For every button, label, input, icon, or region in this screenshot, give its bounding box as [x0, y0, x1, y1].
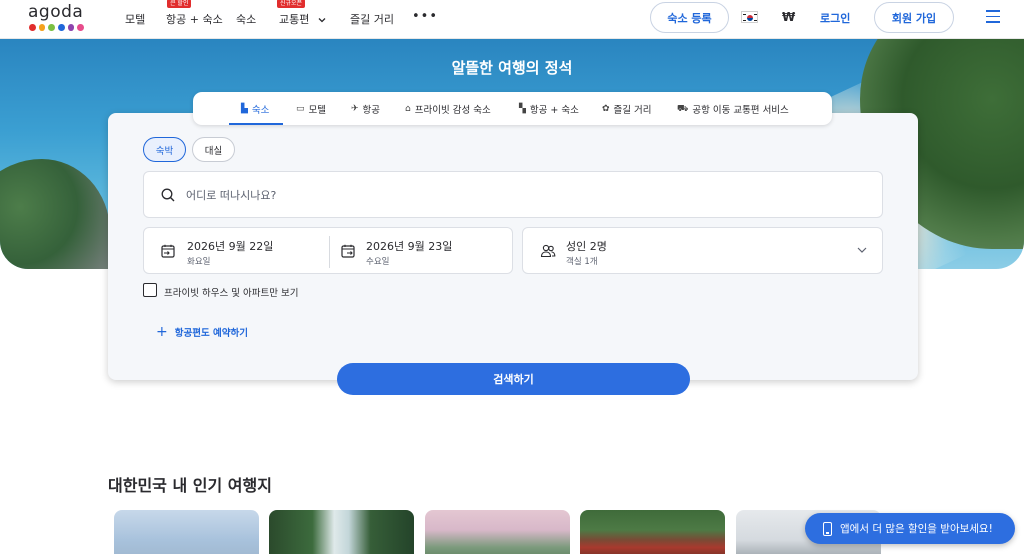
house-icon: ⌂	[405, 104, 411, 114]
page: agoda 모텔 큰 할인 항공 + 숙소 숙소 신규오픈 교통편 즐길 거리 …	[0, 0, 1024, 554]
guests-adults: 성인 2명	[566, 240, 607, 253]
tab-label: 즐길 거리	[613, 105, 652, 116]
private-only-checkbox[interactable]	[143, 283, 157, 297]
product-tabs: ▙ 숙소 ▭ 모텔 ✈ 항공 ⌂ 프라이빗 감성 숙소 ▚ 항공 + 숙소 ✿ …	[193, 92, 832, 125]
chevron-down-icon	[318, 18, 326, 23]
bed-icon: ▭	[296, 104, 305, 114]
top-header: agoda 모텔 큰 할인 항공 + 숙소 숙소 신규오픈 교통편 즐길 거리 …	[0, 0, 1024, 39]
app-download-banner[interactable]: 앱에서 더 많은 할인을 받아보세요!	[805, 513, 1015, 544]
signup-button[interactable]: 회원 가입	[874, 2, 954, 33]
destination-card[interactable]	[580, 510, 725, 554]
tab-airport-transfer[interactable]: ⛟ 공항 이동 교통편 서비스	[677, 102, 789, 117]
nav-transport-label: 교통편	[279, 13, 310, 26]
more-menu-icon[interactable]: •••	[412, 9, 438, 24]
destination-card[interactable]	[269, 510, 414, 554]
tab-activities[interactable]: ✿ 즐길 거리	[602, 102, 652, 116]
chevron-down-icon	[857, 247, 867, 253]
add-flight-link[interactable]: + 항공편도 예약하기	[156, 325, 248, 339]
agoda-logo[interactable]: agoda	[28, 2, 85, 32]
nav-motel[interactable]: 모텔	[125, 11, 145, 27]
car-icon: ⛟	[677, 103, 689, 114]
tab-label: 모텔	[308, 105, 326, 116]
checkin-day: 화요일	[187, 257, 211, 267]
nav-transport[interactable]: 교통편	[279, 11, 326, 27]
hotel-icon: ▙	[241, 104, 248, 114]
destination-card[interactable]	[114, 510, 259, 554]
checkout-date: 2026년 9월 23일	[366, 240, 453, 253]
nav-accommodation[interactable]: 숙소	[236, 11, 256, 27]
popular-destinations-title: 대한민국 내 인기 여행지	[108, 476, 272, 495]
nav-flight-hotel[interactable]: 항공 + 숙소	[166, 11, 223, 27]
app-banner-text: 앱에서 더 많은 할인을 받아보세요!	[840, 523, 993, 535]
plus-icon: +	[156, 324, 168, 340]
logo-dot	[58, 24, 65, 31]
logo-dots	[28, 24, 85, 31]
date-divider	[329, 236, 330, 268]
checkout-calendar-icon	[341, 244, 355, 258]
stay-type-overnight[interactable]: 숙박	[143, 137, 186, 162]
guests-icon	[540, 244, 556, 258]
guest-selector[interactable]: 성인 2명 객실 1개	[522, 227, 883, 274]
hero-title: 알뜰한 여행의 정석	[451, 59, 573, 77]
nav-badge-discount: 큰 할인	[167, 0, 192, 8]
checkin-date: 2026년 9월 22일	[187, 240, 274, 253]
logo-dot	[77, 24, 85, 31]
search-button[interactable]: 검색하기	[337, 363, 690, 395]
korea-flag-icon[interactable]	[741, 11, 758, 23]
currency-selector[interactable]: ₩	[782, 10, 795, 24]
destination-input[interactable]	[186, 186, 786, 204]
tab-label: 항공 + 숙소	[529, 105, 579, 116]
checkout-day: 수요일	[366, 257, 390, 267]
tab-label: 항공	[362, 105, 381, 116]
add-flight-label: 항공편도 예약하기	[174, 328, 248, 339]
logo-text: agoda	[28, 2, 84, 22]
logo-dot	[48, 24, 56, 31]
tab-private-stay[interactable]: ⌂ 프라이빗 감성 숙소	[405, 102, 491, 116]
destination-card[interactable]	[425, 510, 570, 554]
private-only-label[interactable]: 프라이빗 하우스 및 아파트만 보기	[164, 285, 298, 299]
tab-flights[interactable]: ✈ 항공	[351, 102, 380, 116]
list-property-button[interactable]: 숙소 등록	[650, 2, 729, 33]
hero-island-left	[0, 159, 110, 269]
destination-search[interactable]	[143, 171, 883, 218]
phone-icon	[823, 521, 832, 536]
menu-icon[interactable]	[986, 10, 1000, 23]
tab-motel[interactable]: ▭ 모텔	[296, 102, 326, 116]
login-button[interactable]: 로그인	[820, 10, 850, 26]
plane-icon: ✈	[351, 104, 359, 114]
logo-dot	[29, 24, 36, 31]
active-tab-indicator	[229, 123, 283, 125]
nav-badge-new: 신규오픈	[277, 0, 306, 8]
stay-type-dayuse[interactable]: 대실	[192, 137, 235, 162]
guests-rooms: 객실 1개	[566, 257, 598, 267]
checkin-calendar-icon	[161, 244, 175, 258]
logo-dot	[67, 24, 75, 31]
nav-activities[interactable]: 즐길 거리	[350, 11, 394, 27]
tab-flight-hotel[interactable]: ▚ 항공 + 숙소	[519, 102, 579, 116]
logo-dot	[38, 24, 46, 31]
tab-accommodation[interactable]: ▙ 숙소	[241, 102, 269, 116]
search-icon	[161, 188, 175, 202]
date-picker[interactable]: 2026년 9월 22일 화요일 2026년 9월 23일 수요일	[143, 227, 513, 274]
activity-icon: ✿	[602, 104, 610, 114]
package-icon: ▚	[519, 104, 526, 114]
tab-label: 공항 이동 교통편 서비스	[692, 105, 789, 116]
tab-label: 프라이빗 감성 숙소	[414, 105, 491, 116]
tab-label: 숙소	[251, 105, 270, 116]
